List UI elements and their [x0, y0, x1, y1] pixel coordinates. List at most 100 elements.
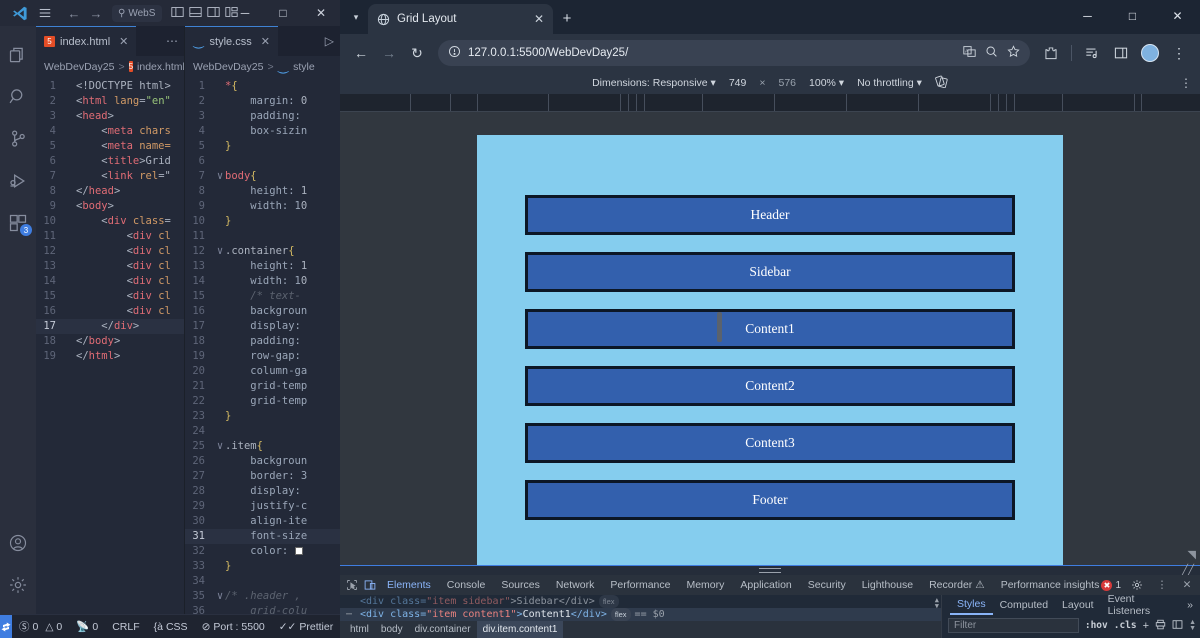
code-line[interactable]: 29 justify-c — [185, 499, 340, 514]
code-fold-icon[interactable] — [215, 574, 225, 589]
manage-settings-gear-icon[interactable] — [0, 564, 36, 606]
tab-security[interactable]: Security — [800, 575, 854, 595]
sidebar-item-run-and-debug[interactable] — [0, 160, 36, 202]
code-fold-icon[interactable] — [215, 484, 225, 499]
code-line[interactable]: 6 — [185, 154, 340, 169]
vscode-close-button[interactable]: ✕ — [302, 0, 340, 26]
code-fold-icon[interactable]: ∨ — [215, 439, 225, 454]
code-line[interactable]: 5 <meta name= — [36, 139, 184, 154]
code-line[interactable]: 4 <meta chars — [36, 124, 184, 139]
code-line[interactable]: 8 </head> — [36, 184, 184, 199]
code-line[interactable]: 9 width: 10 — [185, 199, 340, 214]
reload-button[interactable]: ↻ — [404, 40, 430, 66]
styles-scrollbar[interactable]: ▲ ▼ — [1189, 619, 1196, 632]
code-fold-icon[interactable] — [66, 214, 76, 229]
tab-style-css[interactable]: ⏝ style.css ✕ — [185, 26, 278, 56]
rotate-device-icon[interactable] — [935, 75, 948, 91]
code-fold-icon[interactable] — [66, 94, 76, 109]
tab-close-icon[interactable]: ✕ — [261, 35, 270, 48]
code-line[interactable]: 26 backgroun — [185, 454, 340, 469]
breadcrumb-div-container[interactable]: div.container — [409, 621, 477, 638]
tab-index-html[interactable]: 5 index.html ✕ — [36, 26, 137, 56]
code-fold-icon[interactable] — [215, 604, 225, 614]
code-line[interactable]: 3 <head> — [36, 109, 184, 124]
toggle-primary-sidebar-icon[interactable] — [171, 6, 184, 21]
code-fold-icon[interactable] — [215, 394, 225, 409]
devtools-more-icon[interactable]: ⋮ — [1153, 576, 1171, 594]
code-fold-icon[interactable] — [66, 259, 76, 274]
code-fold-icon[interactable] — [215, 154, 225, 169]
toggle-panel-icon[interactable] — [189, 6, 202, 21]
vscode-forward-icon[interactable]: → — [86, 6, 106, 21]
side-panel-icon[interactable] — [1108, 40, 1134, 66]
translate-icon[interactable]: A — [963, 45, 976, 61]
sidebar-item-source-control[interactable] — [0, 118, 36, 160]
toggle-device-toolbar-icon[interactable] — [361, 576, 379, 594]
code-fold-icon[interactable] — [215, 289, 225, 304]
code-fold-icon[interactable] — [66, 244, 76, 259]
breadcrumb-folder[interactable]: WebDevDay25 — [44, 61, 114, 73]
code-line[interactable]: 15 <div cl — [36, 289, 184, 304]
element-classes-button[interactable]: .cls — [1114, 620, 1137, 631]
code-line[interactable]: 2 margin: 0 — [185, 94, 340, 109]
vscode-back-icon[interactable]: ← — [64, 6, 84, 21]
breadcrumb-div-item-content1[interactable]: div.item.content1 — [476, 621, 564, 638]
code-fold-icon[interactable] — [215, 304, 225, 319]
code-fold-icon[interactable] — [66, 79, 76, 94]
code-line[interactable]: 17 </div> — [36, 319, 184, 334]
code-line[interactable]: 11 <div cl — [36, 229, 184, 244]
code-line[interactable]: 16 backgroun — [185, 304, 340, 319]
code-line[interactable]: 25 ∨ .item{ — [185, 439, 340, 454]
accounts-icon[interactable] — [0, 522, 36, 564]
code-fold-icon[interactable] — [66, 154, 76, 169]
code-fold-icon[interactable] — [215, 349, 225, 364]
code-line[interactable]: 10 <div class= — [36, 214, 184, 229]
code-line[interactable]: 15 /* text- — [185, 289, 340, 304]
code-fold-icon[interactable] — [66, 349, 76, 364]
code-fold-icon[interactable] — [215, 514, 225, 529]
dom-scrollbar[interactable]: ▲ ▼ — [935, 597, 939, 610]
code-fold-icon[interactable] — [215, 199, 225, 214]
code-fold-icon[interactable] — [66, 199, 76, 214]
code-fold-icon[interactable] — [66, 169, 76, 184]
extensions-puzzle-icon[interactable] — [1038, 40, 1064, 66]
code-fold-icon[interactable]: ∨ — [215, 244, 225, 259]
code-fold-icon[interactable] — [66, 139, 76, 154]
address-bar[interactable]: 127.0.0.1:5500/WebDevDay25/ A — [438, 40, 1030, 66]
code-line[interactable]: 1 *{ — [185, 79, 340, 94]
code-fold-icon[interactable] — [215, 94, 225, 109]
tab-close-icon[interactable]: ✕ — [119, 35, 128, 48]
flex-badge[interactable]: flex — [610, 608, 631, 621]
code-fold-icon[interactable]: ∨ — [215, 589, 225, 604]
chrome-minimize-button[interactable]: ─ — [1065, 0, 1110, 32]
code-line[interactable]: 19 </html> — [36, 349, 184, 364]
code-line[interactable]: 3 padding: — [185, 109, 340, 124]
viewport-resize-handle[interactable] — [717, 312, 722, 342]
device-toolbar-more-icon[interactable]: ⋮ — [1180, 76, 1192, 90]
code-fold-icon[interactable] — [66, 289, 76, 304]
breadcrumb-html[interactable]: html — [344, 621, 375, 638]
flex-badge[interactable]: flex — [598, 595, 619, 608]
code-line[interactable]: 18 </body> — [36, 334, 184, 349]
code-fold-icon[interactable] — [66, 229, 76, 244]
code-line[interactable]: 12 ∨ .container{ — [185, 244, 340, 259]
sidebar-item-extensions[interactable]: 3 — [0, 202, 36, 244]
breadcrumb-body[interactable]: body — [375, 621, 409, 638]
code-fold-icon[interactable] — [215, 409, 225, 424]
inspect-element-icon[interactable] — [343, 576, 361, 594]
code-line[interactable]: 34 — [185, 574, 340, 589]
code-line[interactable]: 17 display: — [185, 319, 340, 334]
code-fold-icon[interactable] — [215, 229, 225, 244]
code-line[interactable]: 32 color: — [185, 544, 340, 559]
tab-performance[interactable]: Performance — [602, 575, 678, 595]
code-line[interactable]: 1 <!DOCTYPE html> — [36, 79, 184, 94]
code-line[interactable]: 24 — [185, 424, 340, 439]
status-live-server-port[interactable]: ⊘ Port : 5500 — [195, 621, 272, 633]
error-count-badge[interactable]: ✖ 1 — [1101, 579, 1121, 591]
code-line[interactable]: 23} — [185, 409, 340, 424]
tab-styles[interactable]: Styles — [950, 595, 993, 615]
toggle-secondary-sidebar-icon[interactable] — [207, 6, 220, 21]
code-line[interactable]: 4 box-sizin — [185, 124, 340, 139]
breadcrumb-file[interactable]: index.html — [137, 61, 184, 73]
bookmark-star-icon[interactable] — [1007, 45, 1020, 61]
